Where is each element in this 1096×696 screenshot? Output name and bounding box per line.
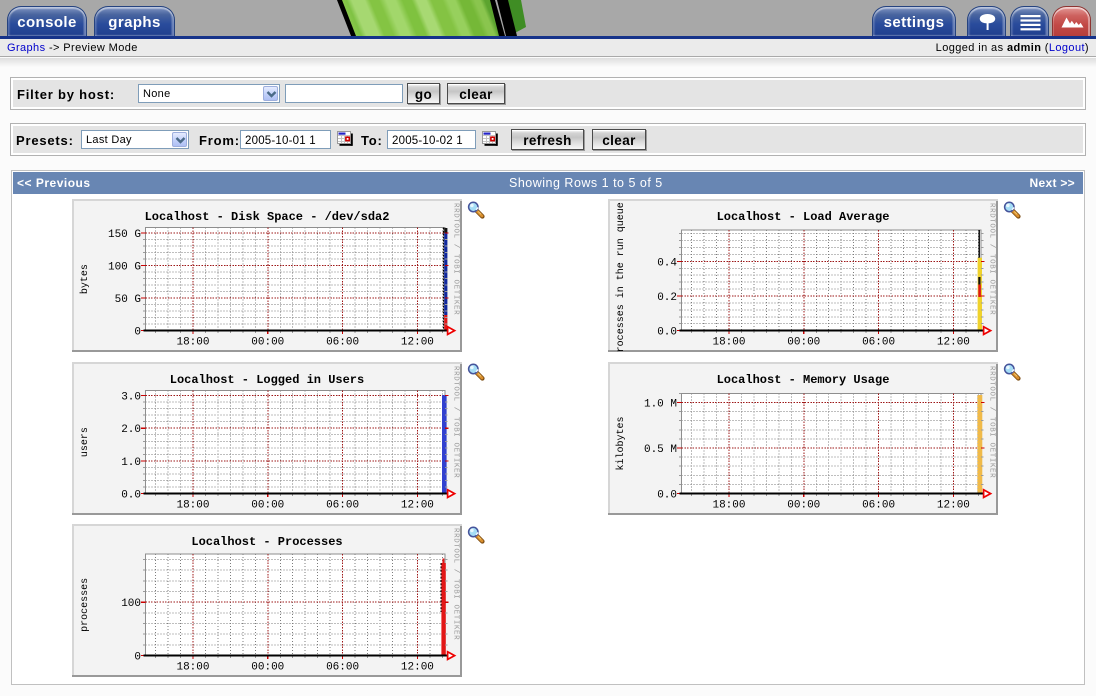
svg-text:RRDTOOL / TOBI OETIKER: RRDTOOL / TOBI OETIKER	[988, 366, 996, 478]
svg-text:2.0: 2.0	[121, 424, 141, 436]
svg-text:00:00: 00:00	[787, 499, 820, 511]
svg-text:18:00: 18:00	[176, 662, 209, 674]
svg-text:RRDTOOL / TOBI OETIKER: RRDTOOL / TOBI OETIKER	[452, 203, 460, 315]
svg-text:18:00: 18:00	[712, 337, 745, 349]
svg-text:1.0: 1.0	[121, 456, 141, 468]
svg-text:0: 0	[134, 652, 141, 664]
svg-text:0.0: 0.0	[657, 489, 677, 501]
svg-text:100 G: 100 G	[108, 262, 141, 274]
svg-text:users: users	[80, 427, 91, 457]
svg-text:18:00: 18:00	[176, 499, 209, 511]
svg-text:Localhost - Memory Usage: Localhost - Memory Usage	[717, 373, 890, 387]
svg-text:12:00: 12:00	[401, 662, 434, 674]
svg-text:0.4: 0.4	[657, 257, 677, 269]
svg-text:06:00: 06:00	[326, 662, 359, 674]
svg-text:Localhost - Disk Space - /dev/: Localhost - Disk Space - /dev/sda2	[145, 210, 390, 224]
svg-text:0: 0	[134, 327, 141, 339]
svg-text:150 G: 150 G	[108, 229, 141, 241]
svg-text:12:00: 12:00	[401, 499, 434, 511]
svg-text:00:00: 00:00	[251, 337, 284, 349]
svg-text:12:00: 12:00	[937, 499, 970, 511]
svg-text:0.5 M: 0.5 M	[644, 444, 677, 456]
svg-text:RRDTOOL / TOBI OETIKER: RRDTOOL / TOBI OETIKER	[988, 203, 996, 315]
svg-text:Localhost - Load Average: Localhost - Load Average	[717, 210, 890, 224]
svg-text:processes: processes	[80, 578, 91, 632]
svg-text:Localhost - Logged in Users: Localhost - Logged in Users	[170, 373, 364, 387]
svg-text:06:00: 06:00	[326, 499, 359, 511]
svg-text:bytes: bytes	[79, 264, 91, 294]
svg-text:0.0: 0.0	[121, 489, 141, 501]
svg-text:processes in the run queue: processes in the run queue	[615, 202, 627, 352]
svg-text:1.0 M: 1.0 M	[644, 398, 677, 410]
svg-text:00:00: 00:00	[251, 662, 284, 674]
svg-text:06:00: 06:00	[862, 337, 895, 349]
svg-text:kilobytes: kilobytes	[615, 416, 627, 470]
svg-text:12:00: 12:00	[937, 337, 970, 349]
svg-text:Localhost - Processes: Localhost - Processes	[191, 535, 342, 549]
svg-text:3.0: 3.0	[121, 391, 141, 403]
svg-text:0.0: 0.0	[657, 327, 677, 339]
svg-text:06:00: 06:00	[326, 337, 359, 349]
svg-text:0.2: 0.2	[657, 292, 677, 304]
svg-text:12:00: 12:00	[401, 337, 434, 349]
svg-text:18:00: 18:00	[176, 337, 209, 349]
svg-text:RRDTOOL / TOBI OETIKER: RRDTOOL / TOBI OETIKER	[452, 528, 460, 640]
svg-text:RRDTOOL / TOBI OETIKER: RRDTOOL / TOBI OETIKER	[452, 366, 460, 478]
svg-text:50 G: 50 G	[115, 294, 141, 306]
svg-text:00:00: 00:00	[251, 499, 284, 511]
svg-text:18:00: 18:00	[712, 499, 745, 511]
svg-text:00:00: 00:00	[787, 337, 820, 349]
svg-text:06:00: 06:00	[862, 499, 895, 511]
svg-text:100: 100	[121, 598, 141, 610]
